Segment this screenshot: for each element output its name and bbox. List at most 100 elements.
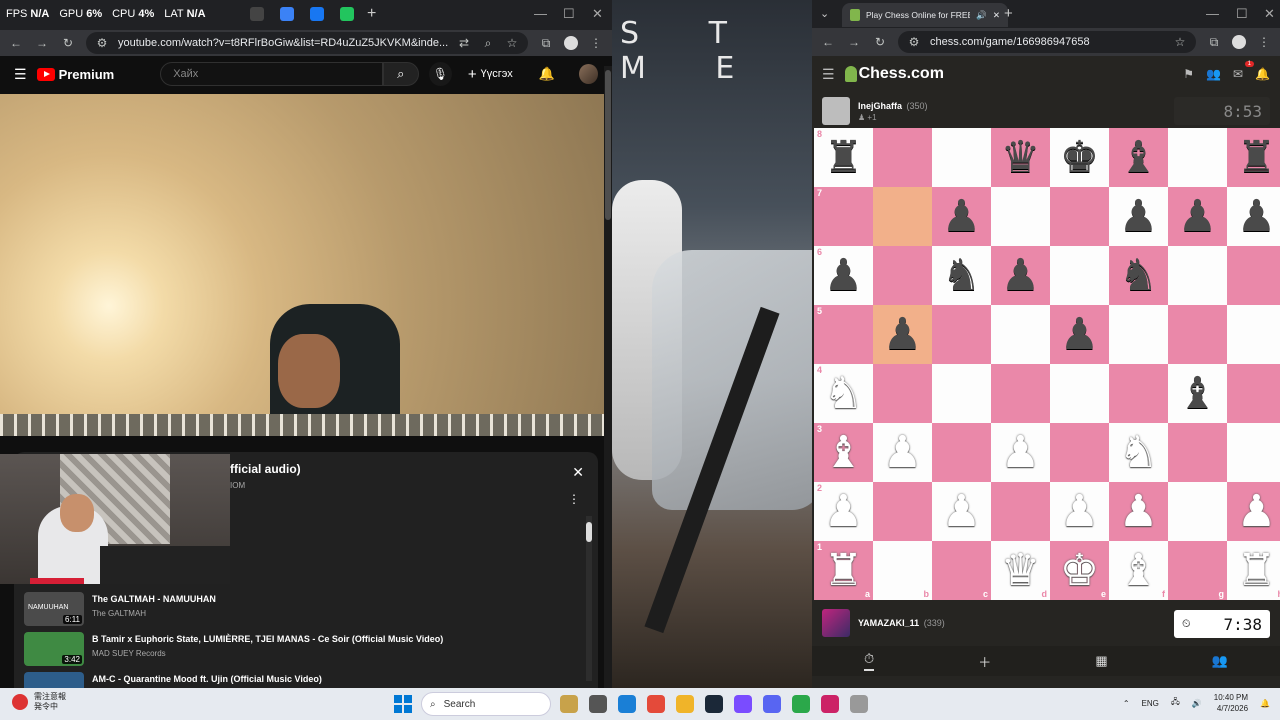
page-scrollbar[interactable] [604,66,612,688]
forward-icon[interactable]: → [34,36,50,50]
square-e8[interactable]: ♚ [1050,128,1109,187]
square-d4[interactable] [991,364,1050,423]
white-pawn-piece[interactable]: ♟ [1001,430,1040,475]
square-f8[interactable]: ♝ [1109,128,1168,187]
taskbar-app-icon[interactable] [792,695,810,713]
square-d7[interactable] [991,187,1050,246]
taskbar-app-icon[interactable] [589,695,607,713]
white-queen-piece[interactable]: ♛ [1001,548,1040,593]
black-rook-piece[interactable]: ♜ [824,135,863,180]
black-pawn-piece[interactable]: ♟ [1119,194,1158,239]
playlist-scrollbar-thumb[interactable] [586,522,592,542]
white-knight-piece[interactable]: ♞ [824,371,863,416]
tab-favicon-messenger[interactable] [280,7,294,21]
taskbar-app-icon[interactable] [705,695,723,713]
black-pawn-piece[interactable]: ♟ [824,253,863,298]
microphone-icon[interactable]: 🎙 [428,62,452,86]
square-c7[interactable]: ♟ [932,187,991,246]
language-indicator[interactable]: ENG [1142,699,1159,708]
youtube-logo[interactable]: Premium [36,67,114,82]
taskbar-app-icon[interactable] [618,695,636,713]
white-bishop-piece[interactable]: ♝ [824,430,863,475]
close-button[interactable]: ✕ [1264,6,1275,22]
forward-icon[interactable]: → [846,35,862,49]
opponent-avatar[interactable] [822,97,850,125]
site-info-icon[interactable]: ⚙ [94,36,110,50]
browser-menu-icon[interactable]: ⋮ [588,36,604,50]
square-c3[interactable] [932,423,991,482]
square-a4[interactable]: 4 ♞ [814,364,873,423]
square-f4[interactable] [1109,364,1168,423]
taskbar-app-icon[interactable] [734,695,752,713]
playlist-item[interactable]: AM-C - Quarantine Mood ft. Ujin (Officia… [24,672,564,688]
bookmark-star-icon[interactable]: ☆ [1172,35,1188,49]
white-pawn-piece[interactable]: ♟ [942,489,981,534]
chesscom-logo[interactable]: Chess.com [844,65,944,83]
square-h2[interactable]: ♟ [1227,482,1280,541]
white-pawn-piece[interactable]: ♟ [1119,489,1158,534]
black-pawn-piece[interactable]: ♟ [1060,312,1099,357]
black-pawn-piece[interactable]: ♟ [1001,253,1040,298]
url-field[interactable]: ⚙ chess.com/game/166986947658 ☆ [898,31,1196,53]
black-bishop-piece[interactable]: ♝ [1178,371,1217,416]
taskbar-app-icon[interactable] [560,695,578,713]
square-d8[interactable]: ♛ [991,128,1050,187]
new-game-tab-icon[interactable]: ＋ [978,652,991,671]
close-icon[interactable]: ✕ [572,464,584,481]
square-f2[interactable]: ♟ [1109,482,1168,541]
black-knight-piece[interactable]: ♞ [1119,253,1158,298]
square-c4[interactable] [932,364,991,423]
taskbar-app-icon[interactable] [850,695,868,713]
friends-icon[interactable]: 👥 [1206,67,1221,81]
square-e3[interactable] [1050,423,1109,482]
square-h3[interactable] [1227,423,1280,482]
square-h6[interactable] [1227,246,1280,305]
clock-widget[interactable]: 10:40 PM 4/7/2026 [1214,692,1248,714]
tab-favicon-kick[interactable] [340,7,354,21]
white-knight-piece[interactable]: ♞ [1119,430,1158,475]
back-icon[interactable]: ← [8,36,24,50]
taskbar-app-icon[interactable] [763,695,781,713]
square-b4[interactable] [873,364,932,423]
black-knight-piece[interactable]: ♞ [942,253,981,298]
create-button[interactable]: + Үүсгэх [468,66,513,83]
square-c5[interactable] [932,305,991,364]
square-d1[interactable]: d ♛ [991,541,1050,600]
hamburger-menu-icon[interactable]: ☰ [822,66,835,83]
square-a3[interactable]: 3 ♝ [814,423,873,482]
network-icon[interactable]: 🖧 [1171,696,1180,710]
black-king-piece[interactable]: ♚ [1060,135,1099,180]
more-options-icon[interactable]: ⋮ [568,492,580,506]
notification-bell-icon[interactable]: 🔔 [1260,699,1270,708]
square-c1[interactable]: c [932,541,991,600]
square-h4[interactable] [1227,364,1280,423]
new-tab-button[interactable]: + [1004,5,1013,22]
puzzle-icon[interactable]: ⚑ [1183,67,1194,81]
square-e6[interactable] [1050,246,1109,305]
square-c8[interactable] [932,128,991,187]
audio-icon[interactable]: 🔊 [976,10,987,21]
maximize-button[interactable]: ☐ [563,6,575,22]
user-avatar[interactable] [578,64,599,84]
taskbar-app-icon[interactable] [821,695,839,713]
square-a8[interactable]: 8 ♜ [814,128,873,187]
video-player[interactable] [0,94,604,436]
square-b6[interactable] [873,246,932,305]
square-a6[interactable]: 6 ♟ [814,246,873,305]
tab-favicon[interactable] [250,7,264,21]
square-e5[interactable]: ♟ [1050,305,1109,364]
new-tab-button[interactable]: + [367,5,376,23]
taskbar-app-icon[interactable] [647,695,665,713]
back-icon[interactable]: ← [820,35,836,49]
player-avatar[interactable] [822,609,850,637]
players-tab-icon[interactable]: 👥 [1212,653,1228,669]
black-bishop-piece[interactable]: ♝ [1119,135,1158,180]
zoom-icon[interactable]: ⌕ [480,36,496,51]
white-pawn-piece[interactable]: ♟ [1060,489,1099,534]
square-h7[interactable]: ♟ [1227,187,1280,246]
start-windows-icon[interactable] [394,695,412,713]
square-h1[interactable]: h♜ [1227,541,1280,600]
white-pawn-piece[interactable]: ♟ [824,489,863,534]
bookmark-star-icon[interactable]: ☆ [504,36,520,50]
square-a7[interactable]: 7 [814,187,873,246]
